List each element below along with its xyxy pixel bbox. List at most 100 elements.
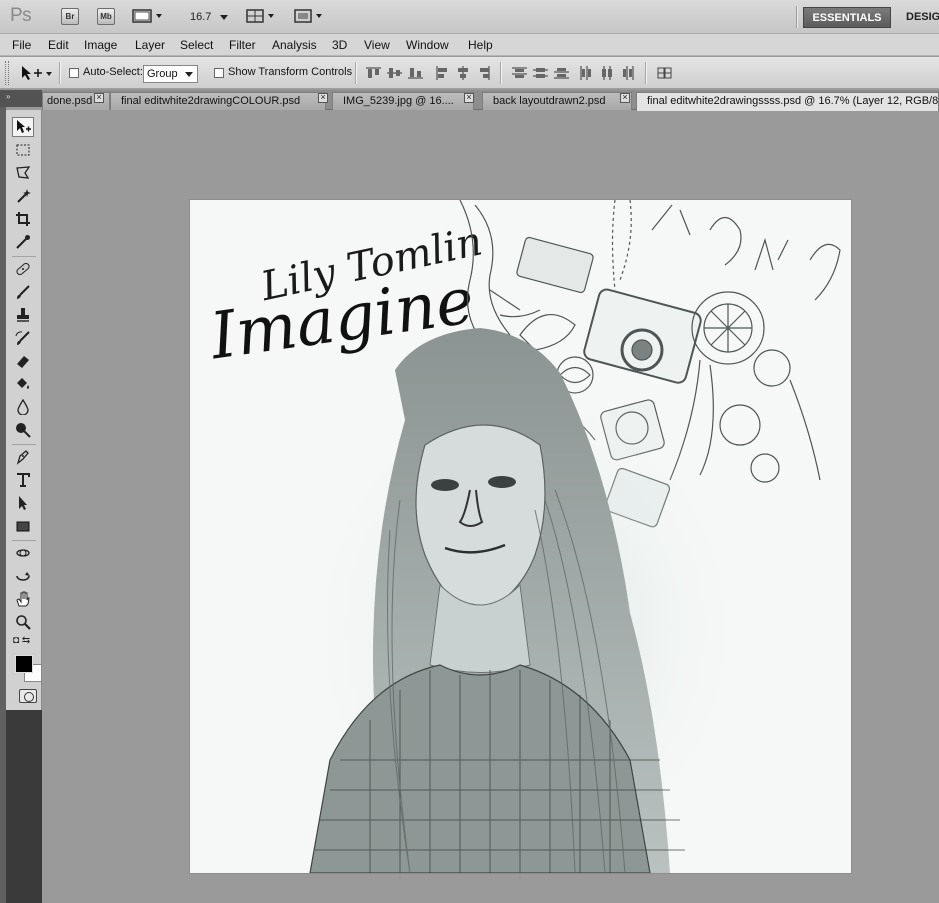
show-transform-checkbox[interactable] bbox=[214, 68, 224, 78]
tab-back-layout[interactable]: back layoutdrawn2.psd bbox=[482, 92, 632, 110]
clone-stamp-tool[interactable] bbox=[12, 305, 34, 325]
menu-window[interactable]: Window bbox=[406, 38, 449, 52]
align-top-edges-icon[interactable] bbox=[366, 66, 381, 80]
auto-select-value: Group bbox=[147, 68, 178, 80]
align-right-edges-icon[interactable] bbox=[477, 66, 492, 80]
launch-minibridge-button[interactable]: Mb bbox=[97, 8, 115, 25]
auto-select-checkbox[interactable] bbox=[69, 68, 79, 78]
distribute-vertical-centers-icon[interactable] bbox=[533, 66, 548, 80]
move-tool-preset-icon bbox=[22, 66, 52, 80]
distribute-top-icon[interactable] bbox=[512, 66, 527, 80]
menu-image[interactable]: Image bbox=[84, 38, 117, 52]
distribute-horizontal-centers-icon[interactable] bbox=[600, 66, 615, 80]
tab-label: done.psd bbox=[47, 95, 93, 107]
pen-tool[interactable] bbox=[12, 447, 34, 467]
tab-final-colour[interactable]: final editwhite2drawingCOLOUR.psd bbox=[110, 92, 326, 110]
path-select-tool[interactable] bbox=[12, 493, 34, 513]
brush-tool[interactable] bbox=[12, 282, 34, 302]
view-extras-button[interactable] bbox=[132, 8, 164, 26]
zoom-level-value: 16.7 bbox=[190, 11, 212, 23]
menu-3d[interactable]: 3D bbox=[332, 38, 347, 52]
eraser-tool[interactable] bbox=[12, 351, 34, 371]
close-icon[interactable]: × bbox=[620, 93, 630, 103]
artwork-drawing: Lily Tomlin Imagine bbox=[190, 200, 851, 873]
menu-file[interactable]: File bbox=[12, 38, 31, 52]
photoshop-logo: Ps bbox=[10, 5, 32, 26]
tab-final-ssss-active[interactable]: final editwhite2drawingssss.psd @ 16.7% … bbox=[636, 92, 939, 111]
arrange-documents-icon bbox=[246, 9, 274, 23]
dodge-tool[interactable] bbox=[12, 420, 34, 440]
blur-tool[interactable] bbox=[12, 397, 34, 417]
menu-select[interactable]: Select bbox=[180, 38, 213, 52]
distribute-right-icon[interactable] bbox=[621, 66, 636, 80]
rectangle-icon bbox=[16, 521, 30, 532]
magic-wand-icon bbox=[17, 189, 31, 203]
lasso-icon bbox=[16, 166, 31, 179]
toolbox-divider bbox=[12, 256, 36, 257]
launch-bridge-button[interactable]: Br bbox=[61, 8, 79, 25]
options-divider bbox=[645, 62, 647, 84]
menu-view[interactable]: View bbox=[364, 38, 390, 52]
history-brush-tool[interactable] bbox=[12, 328, 34, 348]
eyedropper-icon bbox=[16, 235, 30, 249]
healing-brush-tool[interactable] bbox=[12, 259, 34, 279]
tab-label: final editwhite2drawingssss.psd @ 16.7% … bbox=[647, 95, 939, 107]
foreground-color-swatch[interactable] bbox=[15, 655, 33, 673]
align-left-edges-icon[interactable] bbox=[435, 66, 450, 80]
hand-icon bbox=[16, 591, 30, 607]
portrait-eye bbox=[488, 476, 516, 488]
auto-select-dropdown[interactable]: Group bbox=[143, 65, 198, 83]
document-canvas[interactable]: Lily Tomlin Imagine bbox=[190, 200, 851, 873]
close-icon[interactable]: × bbox=[464, 93, 474, 103]
menu-edit[interactable]: Edit bbox=[48, 38, 69, 52]
options-divider bbox=[355, 62, 357, 84]
tab-img-5239[interactable]: IMG_5239.jpg @ 16.... bbox=[332, 92, 474, 110]
collapse-panels-button[interactable]: » bbox=[0, 90, 42, 107]
options-bar-grip[interactable] bbox=[5, 61, 9, 85]
menu-help[interactable]: Help bbox=[468, 38, 493, 52]
move-tool-icon bbox=[17, 120, 31, 133]
screen-mode-icon bbox=[294, 9, 322, 23]
3d-rotate-icon bbox=[16, 549, 30, 557]
zoom-tool[interactable] bbox=[12, 612, 34, 632]
type-icon bbox=[17, 473, 30, 487]
move-tool[interactable] bbox=[12, 117, 34, 137]
stamp-icon bbox=[17, 308, 29, 322]
workspace-design-button[interactable]: DESIG bbox=[906, 11, 939, 23]
marquee-tool[interactable] bbox=[12, 140, 34, 160]
arrange-documents-button[interactable] bbox=[246, 8, 278, 26]
tab-label: final editwhite2drawingCOLOUR.psd bbox=[121, 95, 301, 107]
eyedropper-tool[interactable] bbox=[12, 232, 34, 252]
type-tool[interactable] bbox=[12, 470, 34, 490]
menu-analysis[interactable]: Analysis bbox=[272, 38, 317, 52]
distribute-left-icon[interactable] bbox=[579, 66, 594, 80]
crop-tool[interactable] bbox=[12, 209, 34, 229]
close-icon[interactable]: × bbox=[94, 93, 104, 103]
align-horizontal-centers-icon[interactable] bbox=[456, 66, 471, 80]
zoom-level-field[interactable]: 16.7 bbox=[190, 11, 229, 23]
paint-bucket-tool[interactable] bbox=[12, 374, 34, 394]
crop-icon bbox=[16, 212, 30, 226]
lasso-tool[interactable] bbox=[12, 163, 34, 183]
hand-tool[interactable] bbox=[12, 589, 34, 609]
tool-preset-picker[interactable] bbox=[20, 65, 54, 84]
auto-align-layers-icon[interactable] bbox=[657, 66, 672, 80]
quick-mask-icon[interactable] bbox=[19, 689, 37, 703]
align-vertical-centers-icon[interactable] bbox=[387, 66, 402, 80]
view-extras-icon bbox=[132, 9, 162, 23]
3d-orbit-tool[interactable] bbox=[12, 566, 34, 586]
quick-select-tool[interactable] bbox=[12, 186, 34, 206]
close-icon[interactable]: × bbox=[318, 93, 328, 103]
chevron-down-icon bbox=[185, 72, 193, 77]
shape-tool[interactable] bbox=[12, 516, 34, 536]
menu-layer[interactable]: Layer bbox=[135, 38, 165, 52]
menu-filter[interactable]: Filter bbox=[229, 38, 256, 52]
align-bottom-edges-icon[interactable] bbox=[408, 66, 423, 80]
screen-mode-button[interactable] bbox=[294, 8, 326, 26]
brush-icon bbox=[17, 285, 30, 299]
workspace-essentials-button[interactable]: ESSENTIALS bbox=[803, 7, 891, 28]
show-transform-label: Show Transform Controls bbox=[228, 66, 353, 78]
default-colors-icon[interactable]: ◘ ⇆ bbox=[13, 635, 30, 646]
3d-rotate-tool[interactable] bbox=[12, 543, 34, 563]
distribute-bottom-icon[interactable] bbox=[554, 66, 569, 80]
